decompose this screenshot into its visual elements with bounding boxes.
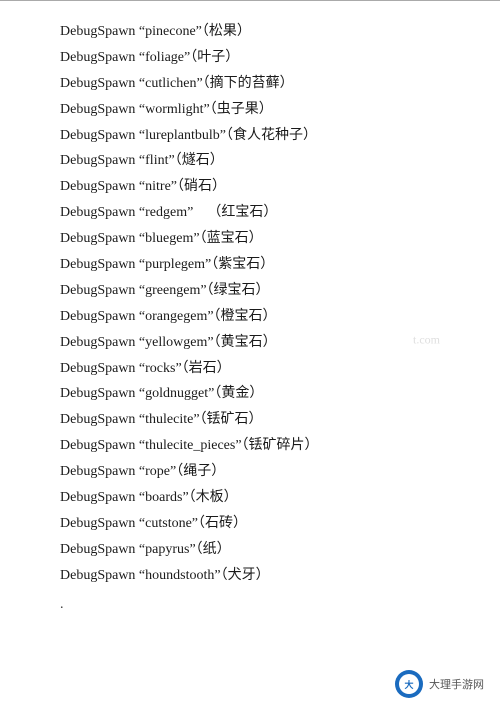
list-item: DebugSpawn “nitre”（硝石） [60,174,440,200]
footer-logo: 大 [395,670,423,698]
list-item: DebugSpawn “redgem” （红宝石） [60,200,440,226]
list-item: DebugSpawn “wormlight”（虫子果） [60,97,440,123]
list-item: DebugSpawn “yellowgem”（黄宝石） [60,330,440,356]
list-item: DebugSpawn “purplegem”（紫宝石） [60,252,440,278]
list-item: DebugSpawn “thulecite_pieces”（铥矿碎片） [60,433,440,459]
list-item: DebugSpawn “houndstooth”（犬牙） [60,563,440,589]
list-item: DebugSpawn “bluegem”（蓝宝石） [60,226,440,252]
list-item: DebugSpawn “lureplantbulb”（食人花种子） [60,123,440,149]
top-divider [0,0,500,1]
list-item: DebugSpawn “orangegem”（橙宝石） [60,304,440,330]
list-item: DebugSpawn “rocks”（岩石） [60,356,440,382]
list-item: DebugSpawn “pinecone”（松果） [60,19,440,45]
list-item: DebugSpawn “flint”（燧石） [60,148,440,174]
dot: . [60,597,440,613]
list-item: DebugSpawn “boards”（木板） [60,485,440,511]
list-item: DebugSpawn “foliage”（叶子） [60,45,440,71]
list-item: DebugSpawn “thulecite”（铥矿石） [60,407,440,433]
list-item: DebugSpawn “cutstone”（石砖） [60,511,440,537]
footer: 大 大理手游网 [395,670,484,698]
footer-logo-icon: 大 [399,674,419,694]
list-item: DebugSpawn “rope”（绳子） [60,459,440,485]
list-item: DebugSpawn “greengem”（绿宝石） [60,278,440,304]
list-item: DebugSpawn “goldnugget”（黄金） [60,381,440,407]
footer-site-label: 大理手游网 [429,676,484,692]
content-area: DebugSpawn “pinecone”（松果）DebugSpawn “fol… [0,11,500,653]
list-item: DebugSpawn “papyrus”（纸） [60,537,440,563]
list-item: DebugSpawn “cutlichen”（摘下的苔藓） [60,71,440,97]
